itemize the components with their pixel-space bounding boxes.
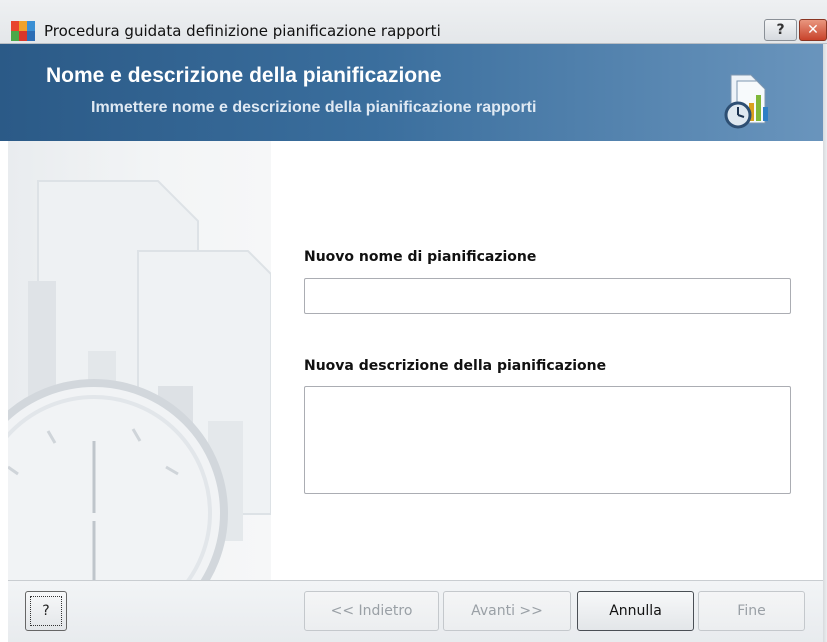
report-schedule-icon bbox=[724, 74, 768, 129]
schedule-description-input[interactable] bbox=[304, 386, 791, 494]
header-banner bbox=[0, 44, 827, 141]
help-button-label: ? bbox=[42, 603, 50, 619]
finish-button[interactable]: Fine bbox=[698, 591, 805, 631]
window-left-edge bbox=[0, 141, 8, 642]
cancel-button[interactable]: Annulla bbox=[577, 591, 694, 631]
title-bar[interactable]: Procedura guidata definizione pianificaz… bbox=[0, 0, 827, 44]
schedule-name-input[interactable] bbox=[304, 278, 791, 314]
question-icon: ? bbox=[776, 22, 785, 38]
page-title: Nome e descrizione della pianificazione bbox=[46, 64, 442, 87]
wizard-window: Procedura guidata definizione pianificaz… bbox=[0, 0, 827, 642]
titlebar-help-button[interactable]: ? bbox=[764, 19, 797, 41]
window-right-edge bbox=[823, 44, 827, 642]
side-watermark-panel bbox=[8, 141, 271, 580]
next-button[interactable]: Avanti >> bbox=[443, 591, 571, 631]
back-button[interactable]: << Indietro bbox=[304, 591, 439, 631]
window-title: Procedura guidata definizione pianificaz… bbox=[44, 22, 441, 40]
close-icon: ✕ bbox=[807, 22, 819, 38]
page-subtitle: Immettere nome e descrizione della piani… bbox=[91, 99, 537, 116]
avg-app-icon bbox=[11, 21, 35, 41]
schedule-watermark-icon bbox=[8, 180, 271, 580]
schedule-name-label: Nuovo nome di pianificazione bbox=[304, 249, 537, 265]
schedule-description-label: Nuova descrizione della pianificazione bbox=[304, 358, 607, 374]
titlebar-close-button[interactable]: ✕ bbox=[799, 19, 827, 41]
help-button[interactable]: ? bbox=[25, 591, 67, 631]
